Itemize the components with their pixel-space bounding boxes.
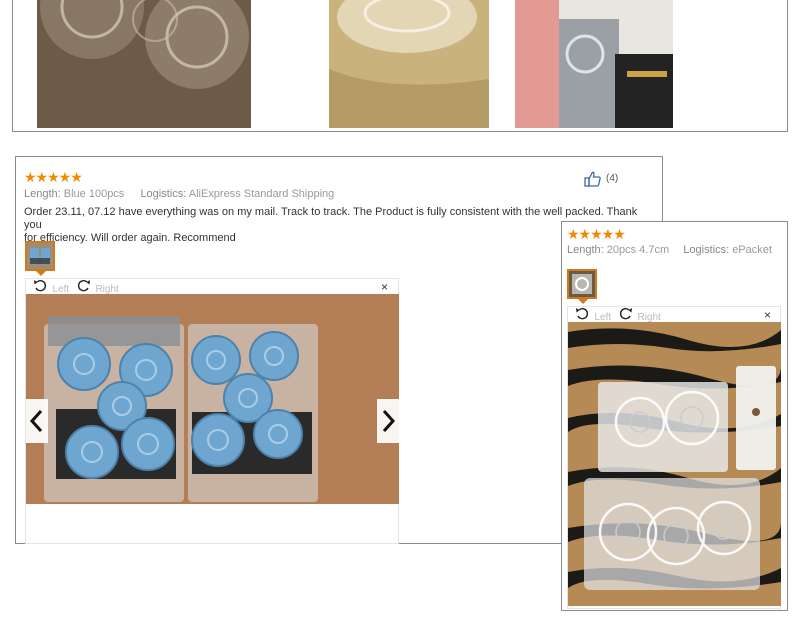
review-thumbnail[interactable] bbox=[567, 269, 597, 299]
length-value: 20pcs 4.7cm bbox=[606, 244, 670, 256]
close-icon[interactable]: × bbox=[764, 309, 771, 321]
top-gallery bbox=[12, 0, 788, 132]
review-text-line-2: for efficiency. Will order again. Recomm… bbox=[24, 232, 236, 244]
length-key: Length: bbox=[24, 188, 61, 200]
thumbnail-pointer bbox=[36, 271, 46, 276]
review-thumbnail-image bbox=[27, 243, 53, 269]
gallery-photo-1-image bbox=[37, 0, 251, 128]
helpful-button[interactable]: (4) bbox=[582, 171, 622, 187]
review-photo-large bbox=[568, 322, 781, 606]
gallery-photo-1[interactable] bbox=[37, 0, 251, 128]
logistics-key: Logistics: bbox=[683, 244, 730, 256]
gallery-photo-3[interactable] bbox=[515, 0, 673, 128]
review-thumbnail[interactable] bbox=[25, 241, 55, 271]
logistics-value: AliExpress Standard Shipping bbox=[188, 188, 335, 200]
review-photo-large bbox=[26, 294, 399, 504]
chevron-right-icon bbox=[380, 409, 396, 438]
helpful-count: (4) bbox=[606, 173, 619, 184]
review-meta: Length: 20pcs 4.7cm Logistics: ePacket bbox=[567, 243, 772, 257]
rotate-left-button[interactable]: Left bbox=[575, 307, 611, 323]
image-viewer: Left Right × bbox=[567, 306, 781, 609]
rating-stars: ★★★★★ bbox=[567, 226, 626, 242]
rating-stars: ★★★★★ bbox=[24, 169, 83, 185]
thumbs-up-icon bbox=[584, 171, 602, 192]
review-text-line-1: Order 23.11, 07.12 have everything was o… bbox=[24, 206, 638, 231]
gallery-photo-2-image bbox=[329, 0, 489, 128]
review-photo-large-image bbox=[26, 294, 399, 504]
next-image-button[interactable] bbox=[377, 399, 399, 443]
gallery-photo-3-image bbox=[515, 0, 673, 128]
prev-image-button[interactable] bbox=[26, 399, 48, 443]
close-icon[interactable]: × bbox=[381, 281, 388, 293]
rotate-right-button[interactable]: Right bbox=[618, 307, 661, 323]
image-viewer: Left Right × bbox=[25, 278, 399, 544]
rotate-right-button[interactable]: Right bbox=[76, 279, 119, 295]
review-card-second: ★★★★★ Length: 20pcs 4.7cm Logistics: ePa… bbox=[561, 221, 788, 611]
length-key: Length: bbox=[567, 244, 604, 256]
review-meta: Length: Blue 100pcs Logistics: AliExpres… bbox=[24, 187, 334, 201]
rotate-left-button[interactable]: Left bbox=[33, 279, 69, 295]
logistics-key: Logistics: bbox=[140, 188, 187, 200]
gallery-photo-2[interactable] bbox=[329, 0, 489, 128]
review-photo-large-image bbox=[568, 322, 781, 606]
length-value: Blue 100pcs bbox=[63, 188, 125, 200]
logistics-value: ePacket bbox=[732, 244, 772, 256]
thumbnail-pointer bbox=[578, 299, 588, 304]
chevron-left-icon bbox=[29, 409, 45, 438]
review-thumbnail-image bbox=[569, 271, 595, 297]
review-text: Order 23.11, 07.12 have everything was o… bbox=[24, 206, 654, 245]
